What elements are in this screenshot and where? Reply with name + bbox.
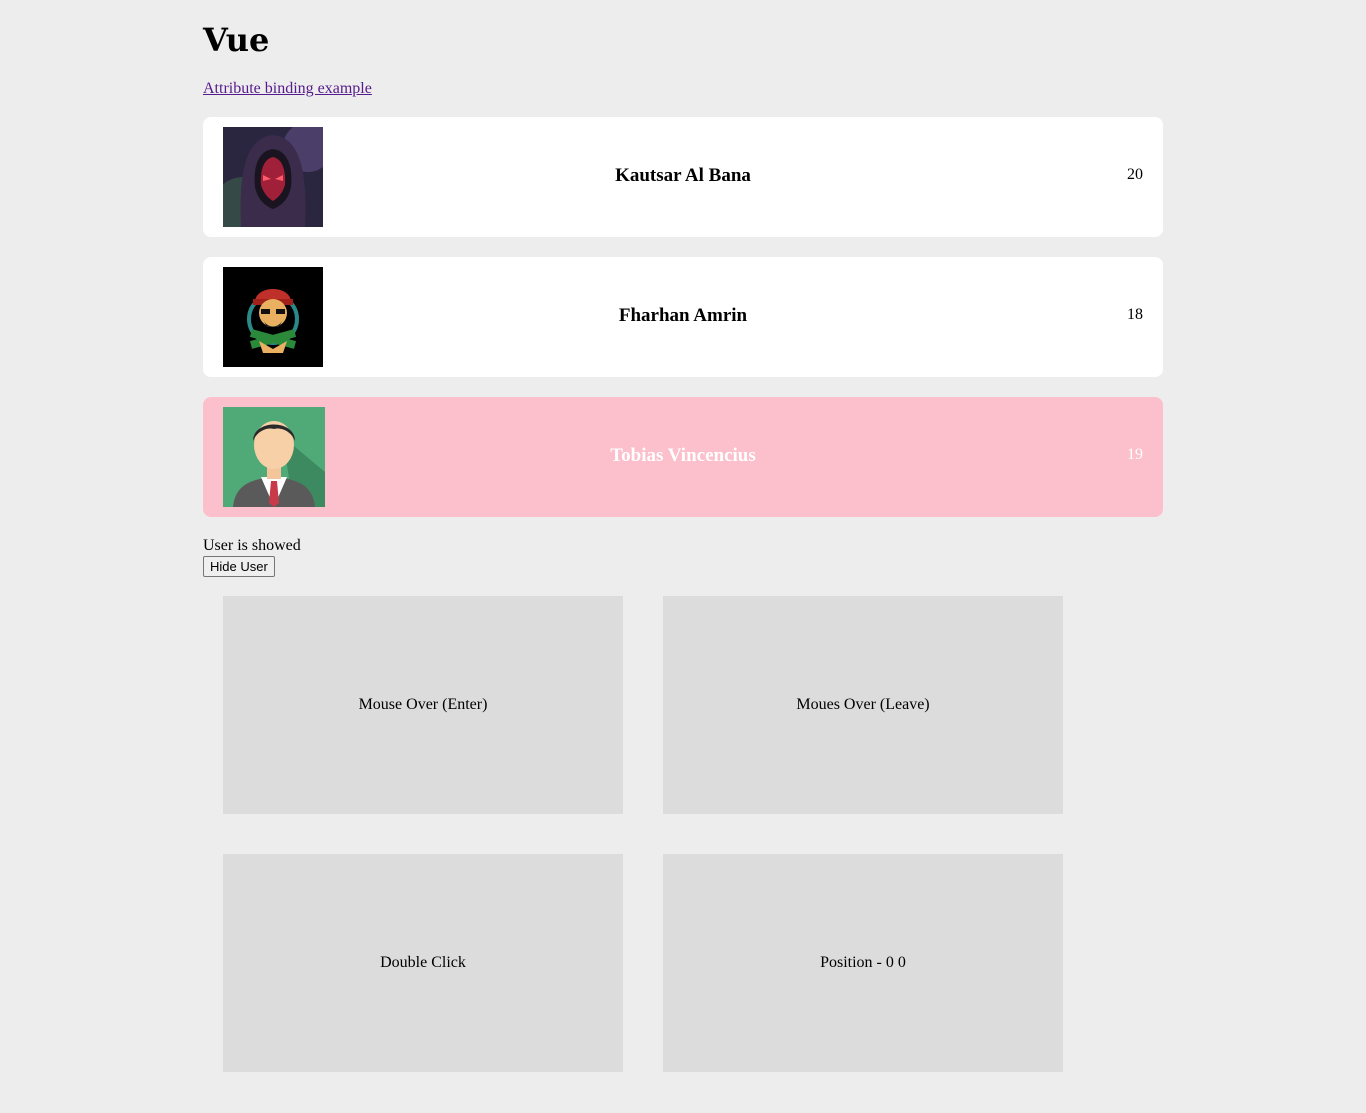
event-boxes: Mouse Over (Enter) Moues Over (Leave) Do… (223, 596, 1163, 1072)
user-status-text: User is showed (203, 537, 301, 554)
user-name: Kautsar Al Bana (615, 165, 751, 186)
user-list: Kautsar Al Bana 20 Fharhan Amrin 18 Tobi… (203, 117, 1163, 517)
mouse-leave-box[interactable]: Moues Over (Leave) (663, 596, 1063, 814)
user-age: 19 (1127, 446, 1143, 463)
user-name: Fharhan Amrin (618, 305, 748, 326)
page-title: Vue (203, 21, 270, 59)
hide-user-button[interactable]: Hide User (203, 556, 275, 577)
position-box[interactable]: Position - 0 0 (663, 854, 1063, 1072)
attribute-binding-link[interactable]: Attribute binding example (203, 80, 372, 98)
double-click-box[interactable]: Double Click (223, 854, 623, 1072)
user-age: 20 (1127, 166, 1143, 183)
user-name: Tobias Vincencius (610, 445, 756, 466)
user-card[interactable]: Fharhan Amrin 18 (203, 257, 1163, 377)
user-card-highlighted[interactable]: Tobias Vincencius 19 (203, 397, 1163, 517)
app-container: Vue Attribute binding example Kautsar Al… (203, 0, 1163, 1072)
user-card[interactable]: Kautsar Al Bana 20 (203, 117, 1163, 237)
mouse-enter-box[interactable]: Mouse Over (Enter) (223, 596, 623, 814)
user-age: 18 (1127, 306, 1143, 323)
